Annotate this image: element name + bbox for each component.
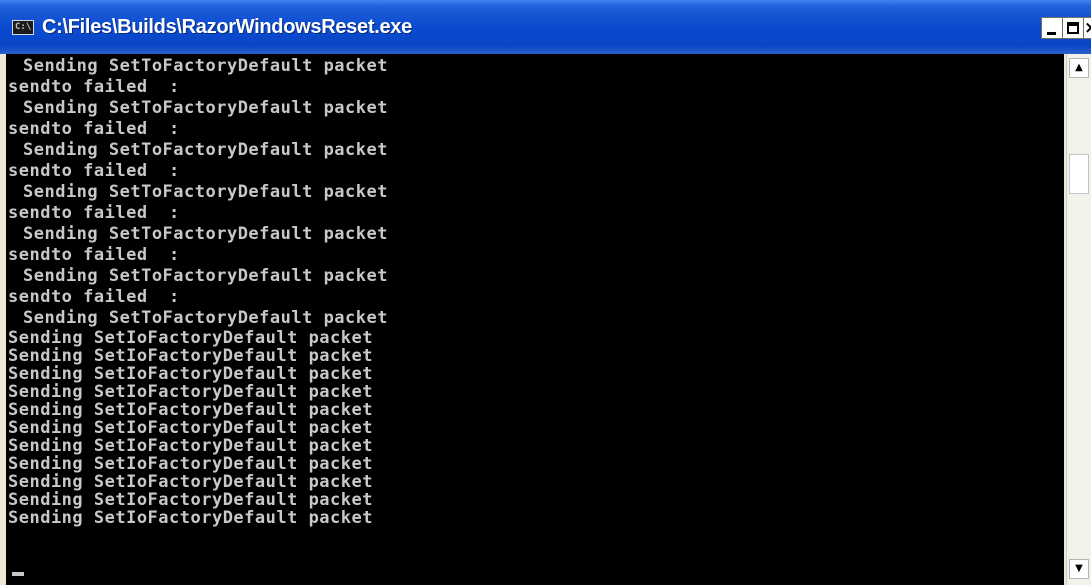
scroll-up-arrow-icon: ▲ [1075,62,1083,73]
console-line: Sending SetToFactoryDefault packet [23,224,388,244]
scroll-thumb[interactable] [1069,154,1089,194]
console-output[interactable]: Sending SetToFactoryDefault packet sendto… [6,54,1064,585]
scroll-up-button[interactable]: ▲ [1069,58,1089,78]
scroll-down-arrow-icon: ▼ [1075,563,1083,574]
console-line: Sending SetToFactoryDefault packet [23,98,388,118]
vertical-scrollbar[interactable]: ▲ ▼ [1066,54,1091,585]
console-line: sendto failed : [8,119,180,139]
console-line: Sending SetIoFactoryDefault packet [8,400,373,420]
minimize-icon [1047,32,1056,35]
console-line: Sending SetToFactoryDefault packet [23,56,388,76]
console-line: Sending SetIoFactoryDefault packet [8,418,373,438]
maximize-button[interactable] [1062,17,1084,39]
console-line: sendto failed : [8,77,180,97]
console-line: sendto failed : [8,287,180,307]
title-bar[interactable]: C:\ C:\Files\Builds\RazorWindowsReset.ex… [0,0,1091,54]
console-line: Sending SetToFactoryDefault packet [23,140,388,160]
console-line: sendto failed : [8,161,180,181]
minimize-button[interactable] [1041,17,1063,39]
console-line: Sending SetIoFactoryDefault packet [8,436,373,456]
maximize-icon [1067,22,1079,34]
console-line: Sending SetIoFactoryDefault packet [8,454,373,474]
console-line: Sending SetIoFactoryDefault packet [8,346,373,366]
console-line: Sending SetIoFactoryDefault packet [8,382,373,402]
console-app-icon-glyph: C:\ [15,22,32,32]
console-app-icon[interactable]: C:\ [12,20,34,35]
console-line: Sending SetToFactoryDefault packet [23,266,388,286]
console-line: Sending SetIoFactoryDefault packet [8,490,373,510]
console-line: Sending SetToFactoryDefault packet [23,308,388,328]
scroll-down-button[interactable]: ▼ [1069,559,1089,579]
console-line: Sending SetIoFactoryDefault packet [8,364,373,384]
console-line: Sending SetIoFactoryDefault packet [8,508,373,528]
console-line: sendto failed : [8,245,180,265]
close-icon: × [1084,18,1091,38]
console-line: Sending SetIoFactoryDefault packet [8,472,373,492]
close-button[interactable]: × [1083,17,1091,39]
text-cursor [12,572,24,576]
console-line: Sending SetToFactoryDefault packet [23,182,388,202]
console-window: C:\ C:\Files\Builds\RazorWindowsReset.ex… [0,0,1091,585]
window-title: C:\Files\Builds\RazorWindowsReset.exe [42,16,412,38]
console-lines: Sending SetToFactoryDefault packet sendto… [8,56,388,527]
console-line: Sending SetIoFactoryDefault packet [8,328,373,348]
console-line: sendto failed : [8,203,180,223]
